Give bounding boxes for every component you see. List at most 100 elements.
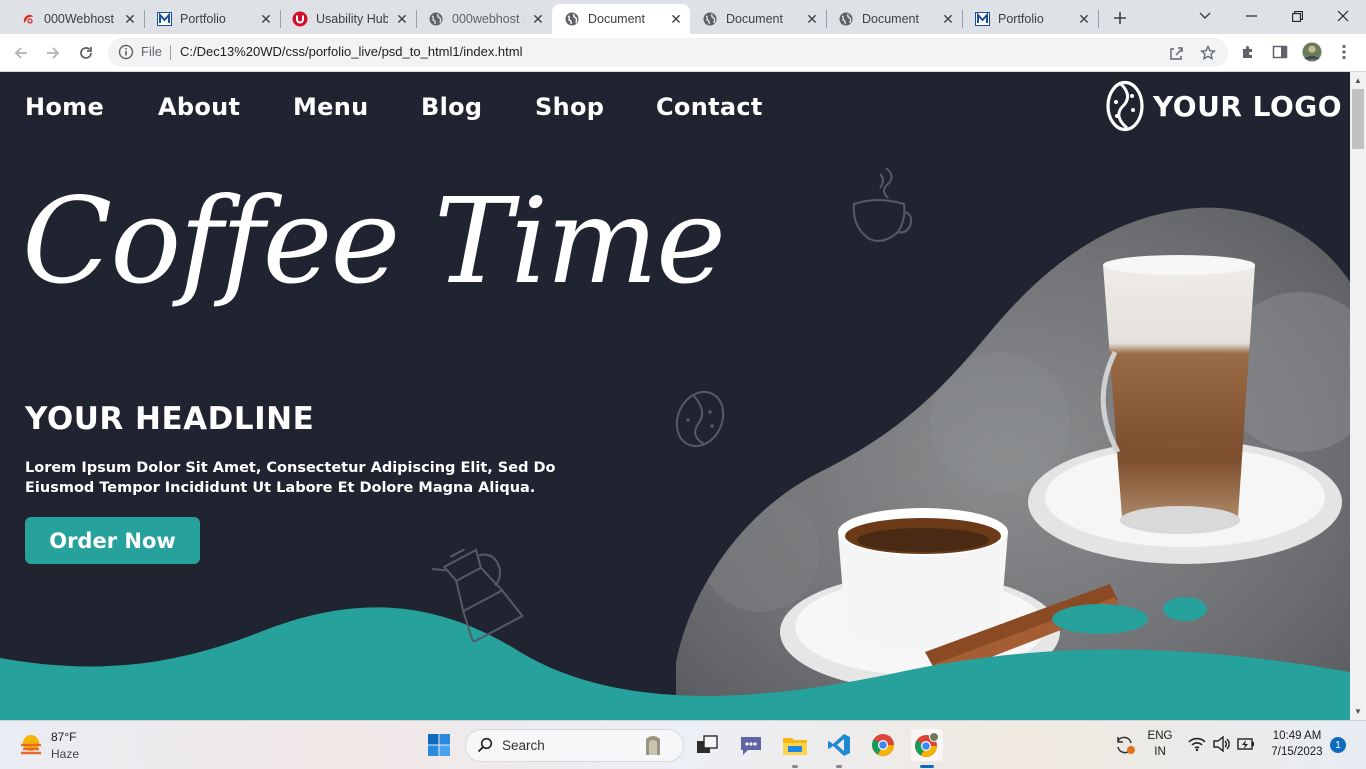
close-icon[interactable]: ✕ bbox=[940, 11, 956, 27]
chrome-icon[interactable] bbox=[867, 729, 899, 761]
volume-icon[interactable] bbox=[1213, 735, 1231, 757]
tab-document[interactable]: Document ✕ bbox=[826, 4, 962, 34]
tab-portfolio[interactable]: Portfolio ✕ bbox=[962, 4, 1098, 34]
chrome-profile-active-icon[interactable] bbox=[911, 729, 943, 761]
scheme-label: File bbox=[141, 44, 162, 59]
coffee-bean-logo-icon bbox=[1106, 80, 1144, 132]
side-panel-icon[interactable] bbox=[1270, 42, 1290, 62]
arrow-left-icon bbox=[14, 47, 27, 59]
tab-label: 000webhost F bbox=[452, 12, 524, 26]
notification-badge[interactable]: 1 bbox=[1330, 737, 1346, 753]
back-button[interactable] bbox=[8, 40, 34, 66]
file-explorer-icon[interactable] bbox=[779, 729, 811, 761]
tab-label: Document bbox=[588, 12, 645, 26]
search-highlight-image-icon bbox=[646, 736, 660, 755]
search-icon bbox=[477, 737, 493, 753]
scroll-down-icon[interactable]: ▼ bbox=[1350, 704, 1366, 718]
browser-tab-strip: 000Webhost ✕ Portfolio ✕ Usability Hub ✕… bbox=[0, 0, 1366, 34]
tab-portfolio[interactable]: Portfolio ✕ bbox=[144, 4, 280, 34]
teams-chat-icon[interactable] bbox=[735, 729, 767, 761]
close-icon[interactable]: ✕ bbox=[668, 11, 684, 27]
weather-haze-icon[interactable] bbox=[18, 732, 44, 763]
minimize-button[interactable] bbox=[1229, 2, 1273, 30]
forward-button[interactable] bbox=[40, 40, 66, 66]
tab-divider bbox=[1098, 10, 1099, 28]
minimize-icon bbox=[1245, 15, 1257, 17]
tab-000webhost-f[interactable]: 000webhost F ✕ bbox=[416, 4, 552, 34]
battery-charging-icon[interactable] bbox=[1237, 737, 1255, 756]
chevron-down-icon bbox=[1199, 12, 1211, 19]
moka-pot-line-icon bbox=[431, 548, 524, 642]
reload-icon bbox=[80, 47, 92, 59]
tab-label: Document bbox=[862, 12, 919, 26]
share-icon[interactable] bbox=[1167, 44, 1185, 62]
nav-menu[interactable]: Menu bbox=[293, 93, 369, 121]
globe-icon bbox=[428, 11, 444, 27]
nav-shop[interactable]: Shop bbox=[535, 93, 604, 121]
nav-home[interactable]: Home bbox=[25, 93, 104, 121]
order-now-button[interactable]: Order Now bbox=[25, 517, 200, 564]
globe-icon bbox=[564, 11, 580, 27]
globe-icon bbox=[702, 11, 718, 27]
task-view-icon[interactable] bbox=[691, 729, 723, 761]
site-logo[interactable]: YOUR LOGO bbox=[1105, 80, 1342, 132]
clock-time[interactable]: 10:49 AM bbox=[1264, 730, 1330, 742]
vscode-icon[interactable] bbox=[823, 729, 855, 761]
divider bbox=[170, 45, 171, 60]
new-tab-button[interactable] bbox=[1108, 6, 1132, 30]
tab-000webhost[interactable]: 000Webhost ✕ bbox=[8, 4, 144, 34]
tab-document-active[interactable]: Document ✕ bbox=[552, 4, 690, 34]
close-icon bbox=[1337, 10, 1349, 22]
windows-start-icon[interactable] bbox=[423, 729, 455, 761]
close-icon[interactable]: ✕ bbox=[1076, 11, 1092, 27]
clock-date[interactable]: 7/15/2023 bbox=[1264, 746, 1330, 758]
tab-label: Portfolio bbox=[998, 12, 1044, 26]
coffee-bean-line-icon bbox=[675, 390, 725, 448]
profile-avatar[interactable] bbox=[1302, 42, 1322, 62]
tab-search-button[interactable] bbox=[1183, 2, 1227, 30]
close-icon[interactable]: ✕ bbox=[804, 11, 820, 27]
portfolio-m-icon bbox=[974, 11, 990, 27]
reload-button[interactable] bbox=[73, 40, 99, 66]
more-menu-icon[interactable] bbox=[1334, 42, 1354, 62]
scrollbar-thumb[interactable] bbox=[1352, 89, 1364, 149]
headline: YOUR HEADLINE bbox=[25, 401, 315, 437]
nav-blog[interactable]: Blog bbox=[421, 93, 482, 121]
tab-label: Document bbox=[726, 12, 783, 26]
scroll-up-icon[interactable]: ▲ bbox=[1350, 73, 1366, 87]
nav-contact[interactable]: Contact bbox=[656, 93, 763, 121]
language-indicator[interactable]: ENG bbox=[1146, 730, 1174, 742]
language-region[interactable]: IN bbox=[1146, 746, 1174, 758]
extensions-puzzle-icon[interactable] bbox=[1238, 42, 1258, 62]
portfolio-m-icon bbox=[156, 11, 172, 27]
close-icon[interactable]: ✕ bbox=[530, 11, 546, 27]
coffee-cup-line-icon bbox=[852, 167, 913, 242]
hero-title: Coffee Time bbox=[22, 172, 726, 310]
close-icon[interactable]: ✕ bbox=[394, 11, 410, 27]
bookmark-star-icon[interactable] bbox=[1199, 44, 1217, 62]
tab-label: Usability Hub bbox=[316, 12, 388, 26]
page-scrollbar[interactable]: ▲ ▼ bbox=[1350, 72, 1366, 720]
taskbar-search-input[interactable]: Search bbox=[465, 729, 684, 762]
wifi-icon[interactable] bbox=[1188, 737, 1206, 756]
000webhost-icon bbox=[20, 11, 36, 27]
weather-temperature[interactable]: 87°F bbox=[51, 730, 76, 744]
plus-icon bbox=[1114, 12, 1126, 24]
url-text[interactable]: C:/Dec13%20WD/css/porfolio_live/psd_to_h… bbox=[180, 44, 523, 59]
windows-taskbar: 87°F Haze Search ENG IN 10:49 AM 7/15/20… bbox=[0, 720, 1366, 769]
info-icon[interactable] bbox=[118, 44, 134, 60]
usabilityhub-icon bbox=[292, 11, 308, 27]
tab-usability-hub[interactable]: Usability Hub ✕ bbox=[280, 4, 416, 34]
address-bar[interactable]: File C:/Dec13%20WD/css/porfolio_live/psd… bbox=[108, 38, 1228, 67]
close-window-button[interactable] bbox=[1321, 2, 1365, 30]
close-icon[interactable]: ✕ bbox=[258, 11, 274, 27]
tab-document[interactable]: Document ✕ bbox=[690, 4, 826, 34]
nav-about[interactable]: About bbox=[158, 93, 240, 121]
restore-button[interactable] bbox=[1275, 2, 1319, 30]
browser-toolbar: File C:/Dec13%20WD/css/porfolio_live/psd… bbox=[0, 34, 1366, 72]
hero-body-text: Lorem Ipsum Dolor Sit Amet, Consectetur … bbox=[25, 460, 556, 496]
web-page: Home About Menu Blog Shop Contact YOUR L… bbox=[0, 72, 1350, 720]
update-sync-icon[interactable] bbox=[1114, 735, 1136, 760]
close-icon[interactable]: ✕ bbox=[122, 11, 138, 27]
weather-condition[interactable]: Haze bbox=[51, 747, 79, 761]
